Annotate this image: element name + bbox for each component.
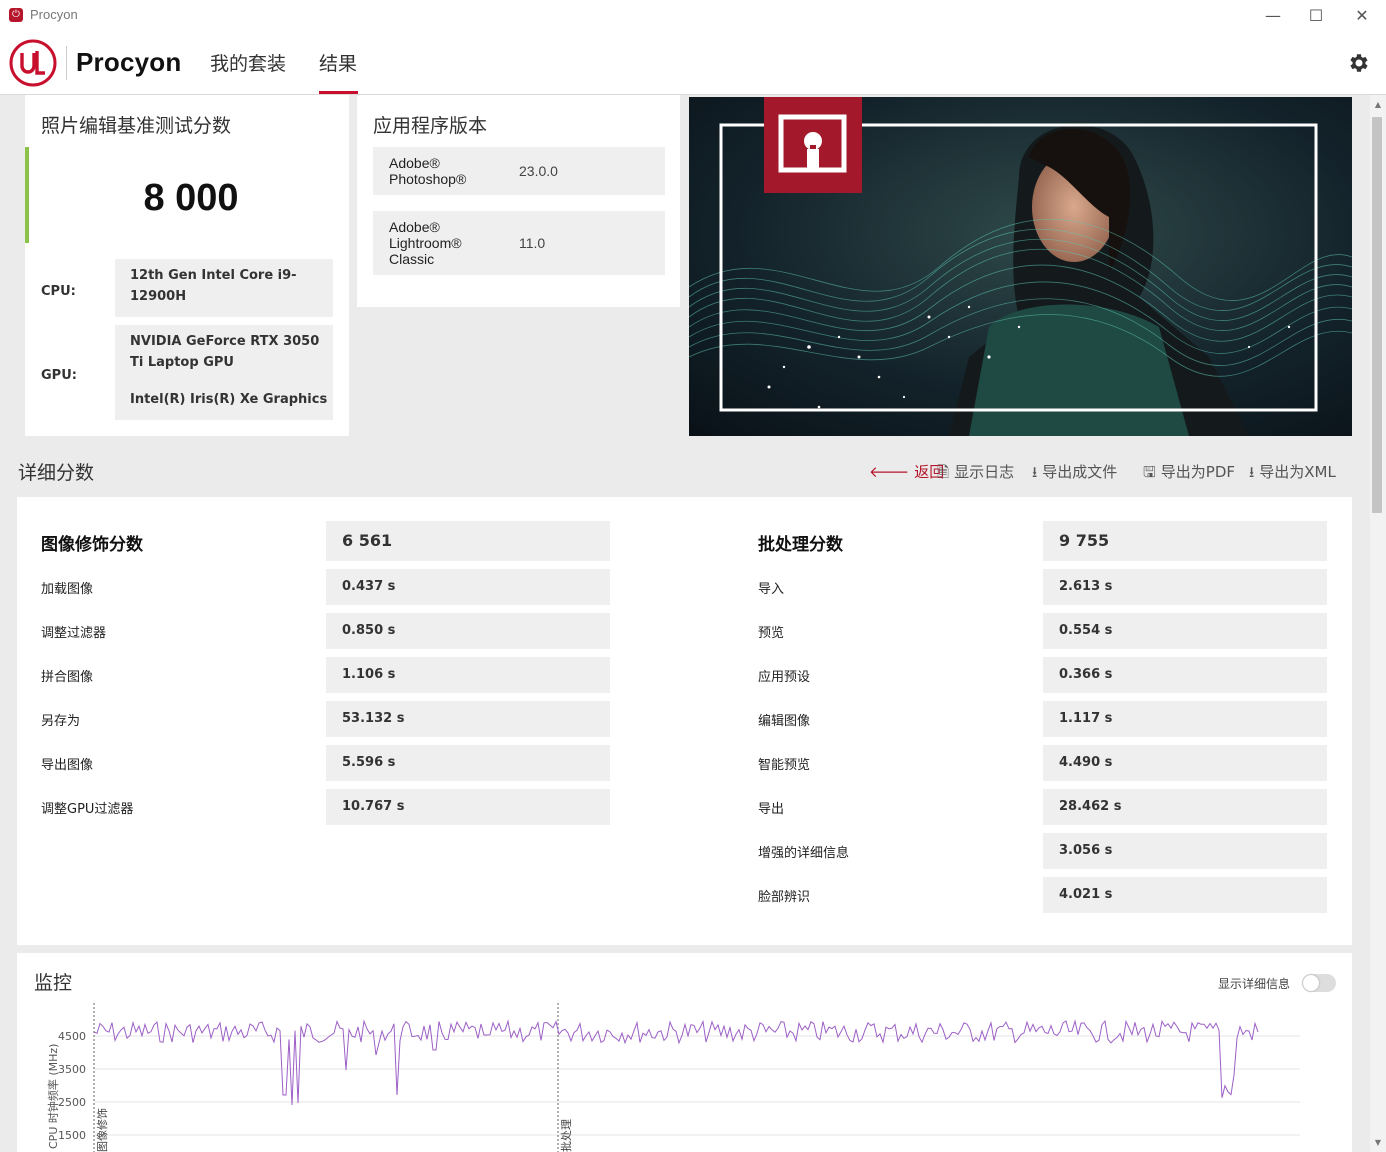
row-label: 导出 — [758, 802, 785, 817]
gpu-value-primary: NVIDIA GeForce RTX 3050 Ti Laptop GPU — [130, 334, 320, 370]
row-label: 智能预览 — [758, 758, 811, 773]
cpu-clock-series — [93, 1019, 1259, 1106]
app-row-lightroom: Adobe® Lightroom® Classic 11.0 — [373, 211, 665, 275]
row-label: 调整过滤器 — [41, 626, 107, 641]
details-title: 详细分数 — [18, 462, 95, 484]
row-value: 3.056 s — [1043, 833, 1327, 869]
row-label: 增强的详细信息 — [758, 846, 850, 861]
benchmark-hero-image — [689, 97, 1352, 436]
window-title: Procyon — [30, 7, 78, 22]
back-button[interactable]: 🡐 返回 — [869, 461, 944, 482]
score-box: 8 000 — [25, 147, 353, 243]
row-value: 1.117 s — [1043, 701, 1327, 737]
brand-name: Procyon — [76, 47, 182, 77]
gpu-value-secondary: Intel(R) Iris(R) Xe Graphics — [130, 392, 328, 407]
monitoring-title: 监控 — [34, 972, 73, 994]
row-label: 脸部辨识 — [758, 890, 811, 905]
row-label: 预览 — [758, 626, 785, 641]
row-label: 编辑图像 — [758, 714, 811, 729]
score-card-title: 照片编辑基准测试分数 — [41, 115, 232, 137]
row-value: 0.437 s — [326, 569, 610, 605]
document-icon: 🗎 — [937, 463, 950, 481]
app-name: Adobe® Lightroom® Classic — [389, 219, 462, 267]
batch-processing-score-value: 9 755 — [1043, 521, 1327, 561]
y-tick-label: 2500 — [58, 1096, 86, 1109]
gear-icon[interactable] — [1347, 51, 1371, 75]
row-label: 拼合图像 — [41, 670, 94, 685]
maximize-button[interactable]: ☐ — [1293, 3, 1339, 29]
row-value: 0.850 s — [326, 613, 610, 649]
scroll-up-arrow[interactable]: ▲ — [1370, 97, 1386, 113]
cpu-label: CPU: — [41, 284, 76, 299]
y-tick-label: 1500 — [58, 1129, 86, 1142]
show-details-toggle[interactable] — [1302, 974, 1336, 992]
download-icon: ⭳ — [1249, 463, 1255, 481]
show-log-button[interactable]: 🗎 显示日志 — [937, 461, 1014, 487]
show-details-label: 显示详细信息 — [1218, 977, 1291, 991]
row-value: 0.554 s — [1043, 613, 1327, 649]
scroll-down-arrow[interactable]: ▼ — [1370, 1135, 1386, 1151]
y-tick-label: 4500 — [58, 1030, 86, 1043]
row-label: 导出图像 — [41, 758, 94, 773]
photo-retouch-score-label: 图像修饰分数 — [41, 535, 143, 555]
cpu-clock-chart: CPU 时钟频率 (MHz) 4500350025001500 图像修饰 批处理 — [46, 1003, 1300, 1152]
row-value: 10.767 s — [326, 789, 610, 825]
tab-active-indicator — [319, 91, 358, 94]
row-value: 4.490 s — [1043, 745, 1327, 781]
row-value: 5.596 s — [326, 745, 610, 781]
close-button[interactable]: ✕ — [1339, 3, 1385, 29]
row-label: 导入 — [758, 582, 785, 597]
minimize-button[interactable]: — — [1250, 3, 1296, 29]
app-version: 23.0.0 — [519, 163, 558, 179]
export-file-button[interactable]: ⭳ 导出成文件 — [1032, 461, 1117, 487]
tab-results[interactable]: 结果 — [319, 49, 357, 76]
arrow-left-icon: 🡐 — [869, 463, 910, 481]
gpu-value-box: NVIDIA GeForce RTX 3050 Ti Laptop GPU In… — [115, 325, 333, 420]
app-version: 11.0 — [519, 235, 546, 251]
scrollbar-thumb[interactable] — [1372, 117, 1382, 513]
app-name: Adobe® Photoshop® — [389, 155, 467, 187]
row-value: 0.366 s — [1043, 657, 1327, 693]
save-icon: 🖫 — [1143, 463, 1156, 481]
app-header: Procyon 我的套装 结果 — [0, 32, 1386, 95]
row-label: 加载图像 — [41, 582, 94, 597]
overall-score: 8 000 — [143, 177, 239, 219]
gpu-label: GPU: — [41, 368, 77, 383]
export-xml-button[interactable]: ⭳ 导出为XML — [1249, 461, 1336, 487]
row-value: 1.106 s — [326, 657, 610, 693]
tab-my-suites[interactable]: 我的套装 — [210, 49, 286, 76]
app-icon: ⏻ — [9, 8, 23, 22]
app-versions-title: 应用程序版本 — [373, 115, 488, 137]
window-titlebar: ⏻ Procyon — ☐ ✕ — [0, 0, 1386, 32]
app-row-photoshop: Adobe® Photoshop® 23.0.0 — [373, 147, 665, 195]
row-value: 53.132 s — [326, 701, 610, 737]
ul-logo — [9, 39, 57, 87]
download-icon: ⭳ — [1032, 463, 1038, 481]
batch-processing-score-label: 批处理分数 — [758, 535, 843, 555]
row-label: 调整GPU过滤器 — [41, 802, 134, 817]
row-value: 2.613 s — [1043, 569, 1327, 605]
cpu-value: 12th Gen Intel Core i9-12900H — [115, 259, 333, 317]
marker-label-retouch: 图像修饰 — [95, 1108, 109, 1152]
y-tick-label: 3500 — [58, 1063, 86, 1076]
row-value: 4.021 s — [1043, 877, 1327, 913]
marker-label-batch: 批处理 — [559, 1119, 573, 1152]
photo-retouch-score-value: 6 561 — [326, 521, 610, 561]
export-pdf-button[interactable]: 🖫 导出为PDF — [1143, 461, 1235, 487]
row-label: 应用预设 — [758, 670, 811, 685]
row-value: 28.462 s — [1043, 789, 1327, 825]
row-label: 另存为 — [41, 714, 81, 729]
logo-divider — [66, 46, 67, 80]
